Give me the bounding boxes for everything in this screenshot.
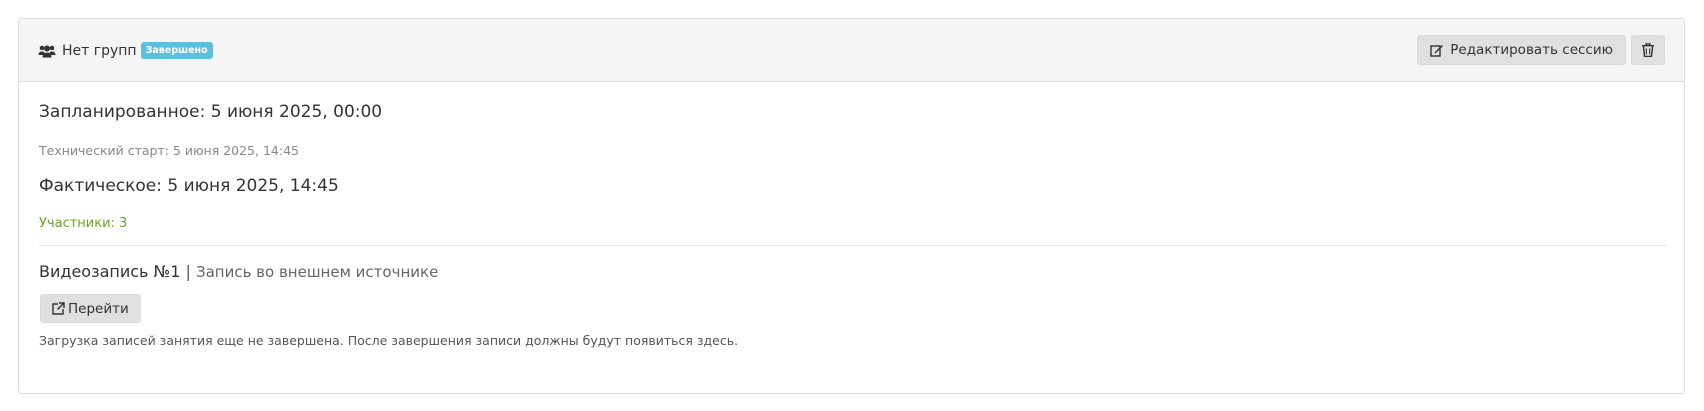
groups-text: Нет групп (62, 42, 137, 59)
header-actions: Редактировать сессию (1417, 35, 1665, 65)
edit-session-label: Редактировать сессию (1450, 42, 1613, 58)
recording-separator: | (185, 262, 191, 281)
goto-recording-button[interactable]: Перейти (40, 294, 141, 323)
edit-icon (1430, 44, 1444, 57)
users-icon (38, 44, 56, 58)
external-link-icon (52, 302, 65, 315)
recording-title-line: Видеозапись №1 | Запись во внешнем источ… (39, 262, 438, 281)
technical-start-time: Технический старт: 5 июня 2025, 14:45 (39, 143, 299, 158)
status-badge: Завершено (140, 42, 213, 59)
session-header: Нет групп Завершено Редактировать сессию (19, 19, 1684, 82)
recording-title: Видеозапись №1 (39, 262, 181, 281)
session-groups: Нет групп Завершено (38, 19, 213, 82)
session-panel: Нет групп Завершено Редактировать сессию (18, 18, 1685, 394)
edit-session-button[interactable]: Редактировать сессию (1417, 35, 1626, 65)
trash-icon (1642, 43, 1654, 57)
delete-session-button[interactable] (1631, 35, 1665, 65)
actual-time: Фактическое: 5 июня 2025, 14:45 (39, 176, 339, 196)
recording-subtitle: Запись во внешнем источнике (195, 263, 439, 281)
planned-time: Запланированное: 5 июня 2025, 00:00 (39, 102, 383, 122)
goto-recording-label: Перейти (68, 300, 129, 317)
participants-count: Участники: 3 (39, 216, 128, 231)
divider (39, 245, 1666, 246)
recording-notice: Загрузка записей занятия еще не завершен… (39, 333, 739, 348)
